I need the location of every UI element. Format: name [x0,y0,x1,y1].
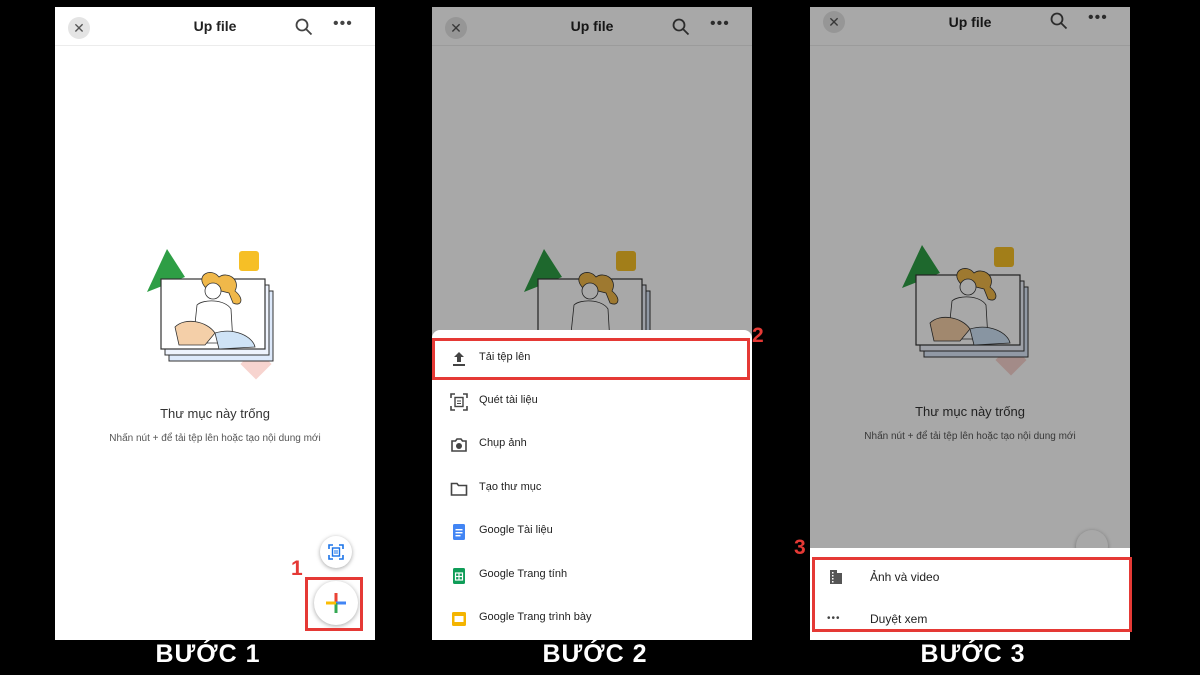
more-options-icon[interactable]: ••• [333,16,352,35]
scan-icon [328,544,344,560]
page-title: Up file [193,18,237,34]
menu-item-scan[interactable]: Quét tài liệu [432,381,752,423]
step-caption-3: BƯỚC 3 [920,640,1026,668]
highlight-upload-options [812,557,1132,632]
menu-item-new-folder[interactable]: Tạo thư mục [432,468,752,510]
google-docs-icon [453,524,465,540]
step-caption-2: BƯỚC 2 [542,640,648,668]
search-icon[interactable] [295,18,313,36]
dim-overlay[interactable] [810,7,1130,640]
menu-item-label: Google Tài liệu [479,524,553,536]
scan-icon [450,393,468,411]
screen-step-3: ✕ Up file ••• Thư mục này trống Nhấn nút… [810,7,1130,640]
google-slides-icon [452,612,466,626]
menu-item-label: Chụp ảnh [479,437,527,449]
highlight-upload-item [432,338,750,380]
top-bar: ✕ Up file ••• [55,7,375,46]
empty-state-title: Thư mục này trống [160,406,270,421]
camera-icon [451,438,467,452]
scan-document-button[interactable] [320,536,352,568]
menu-item-google-sheets[interactable]: Google Trang tính [432,555,752,597]
menu-item-google-slides[interactable]: Google Trang trình bày [432,598,752,640]
folder-icon [450,482,468,496]
menu-item-label: Quét tài liệu [479,394,538,406]
empty-state-subtitle: Nhấn nút + để tải tệp lên hoặc tạo nội d… [109,433,321,444]
step-marker-3: 3 [794,536,806,559]
step-marker-1: 1 [291,557,303,580]
menu-item-google-docs[interactable]: Google Tài liệu [432,511,752,553]
screen-step-2: ✕ Up file ••• Tải tệp lên Quét tài liệu … [432,7,752,640]
google-sheets-icon [453,568,465,584]
highlight-new-button [305,577,363,631]
menu-item-label: Tạo thư mục [479,481,542,493]
step-caption-1: BƯỚC 1 [155,640,261,668]
menu-item-camera[interactable]: Chụp ảnh [432,424,752,466]
menu-item-label: Google Trang trình bày [479,611,592,623]
step-marker-2: 2 [752,324,764,347]
menu-item-label: Google Trang tính [479,568,568,580]
empty-folder-illustration [147,249,274,380]
screen-step-1: ✕ Up file ••• Thư mục này trống Nhấn nút… [55,7,375,640]
